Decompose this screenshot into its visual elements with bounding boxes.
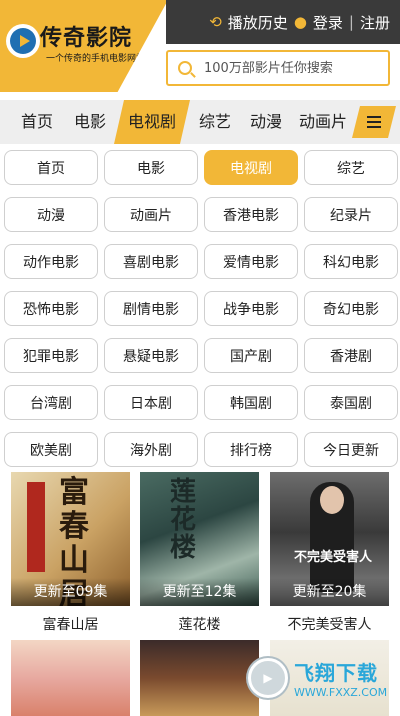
movie-poster-next[interactable] <box>11 640 130 716</box>
episode-status: 更新至09集 <box>11 578 130 606</box>
history-icon: ⟲ <box>209 13 222 31</box>
movie-title[interactable]: 莲花楼 <box>140 614 259 634</box>
nav-variety[interactable]: 综艺 <box>190 100 240 144</box>
nav-cartoon[interactable]: 动画片 <box>292 100 354 144</box>
header: 传奇影院 一个传奇的手机电影网站 ⟲ 播放历史 ● 登录 | 注册 <box>0 0 400 92</box>
category-item[interactable]: 恐怖电影 <box>4 291 98 326</box>
category-item[interactable]: 今日更新 <box>304 432 398 467</box>
category-item[interactable]: 战争电影 <box>204 291 298 326</box>
category-item-active[interactable]: 电视剧 <box>204 150 298 185</box>
search-input[interactable] <box>202 59 372 77</box>
category-item[interactable]: 奇幻电影 <box>304 291 398 326</box>
episode-status: 更新至20集 <box>270 578 389 606</box>
category-item[interactable]: 香港电影 <box>204 197 298 232</box>
episode-status: 更新至12集 <box>140 578 259 606</box>
watermark-url: WWW.FXXZ.COM <box>294 686 388 699</box>
category-item[interactable]: 日本剧 <box>104 385 198 420</box>
category-item[interactable]: 国产剧 <box>204 338 298 373</box>
category-item[interactable]: 剧情电影 <box>104 291 198 326</box>
movie-poster[interactable]: 莲花楼 更新至12集 <box>140 472 259 606</box>
category-item[interactable]: 排行榜 <box>204 432 298 467</box>
poster-title-art: 不完美受害人 <box>294 550 373 565</box>
movie-title[interactable]: 富春山居 <box>11 614 130 634</box>
nav-home[interactable]: 首页 <box>8 100 66 144</box>
category-item[interactable]: 悬疑电影 <box>104 338 198 373</box>
category-item[interactable]: 泰国剧 <box>304 385 398 420</box>
register-link[interactable]: 注册 <box>360 12 390 33</box>
watermark-logo-icon: ▶ <box>248 658 288 698</box>
nav-tv[interactable]: 电视剧 <box>114 100 190 144</box>
search-box[interactable] <box>166 50 390 86</box>
category-item[interactable]: 犯罪电影 <box>4 338 98 373</box>
history-link[interactable]: 播放历史 <box>228 12 288 33</box>
category-item[interactable]: 韩国剧 <box>204 385 298 420</box>
logo[interactable]: 传奇影院 一个传奇的手机电影网站 <box>0 0 168 92</box>
category-item[interactable]: 动画片 <box>104 197 198 232</box>
login-link[interactable]: 登录 <box>313 12 343 33</box>
category-item[interactable]: 香港剧 <box>304 338 398 373</box>
category-item[interactable]: 科幻电影 <box>304 244 398 279</box>
category-item[interactable]: 喜剧电影 <box>104 244 198 279</box>
poster-decoration <box>27 482 45 572</box>
category-item[interactable]: 综艺 <box>304 150 398 185</box>
category-item[interactable]: 欧美剧 <box>4 432 98 467</box>
logo-title: 传奇影院 <box>40 25 133 51</box>
watermark-name: 飞翔下载 <box>294 661 378 685</box>
movie-poster[interactable]: 富春山居 更新至09集 <box>11 472 130 606</box>
nav-anime[interactable]: 动漫 <box>240 100 292 144</box>
category-item[interactable]: 动漫 <box>4 197 98 232</box>
movie-poster[interactable]: 不完美受害人 更新至20集 <box>270 472 389 606</box>
poster-title-art: 莲花楼 <box>170 477 197 563</box>
category-item[interactable]: 首页 <box>4 150 98 185</box>
category-grid: 首页 电影 电视剧 综艺 动漫 动画片 香港电影 纪录片 动作电影 喜剧电影 爱… <box>0 144 400 470</box>
logo-subtitle: 一个传奇的手机电影网站 <box>46 54 146 64</box>
nav-bar: 首页 电影 电视剧 综艺 动漫 动画片 <box>0 100 400 144</box>
play-logo-icon <box>6 24 40 58</box>
category-item[interactable]: 台湾剧 <box>4 385 98 420</box>
movie-title[interactable]: 不完美受害人 <box>270 614 389 634</box>
category-item[interactable]: 海外剧 <box>104 432 198 467</box>
movie-card[interactable]: 莲花楼 更新至12集 莲花楼 <box>140 472 259 716</box>
category-item[interactable]: 动作电影 <box>4 244 98 279</box>
movie-card[interactable]: 富春山居 更新至09集 富春山居 <box>11 472 130 716</box>
nav-movie[interactable]: 电影 <box>66 100 114 144</box>
watermark: ▶ 飞翔下载 WWW.FXXZ.COM <box>248 652 394 704</box>
category-item[interactable]: 电影 <box>104 150 198 185</box>
top-bar: ⟲ 播放历史 ● 登录 | 注册 <box>166 0 400 44</box>
category-item[interactable]: 爱情电影 <box>204 244 298 279</box>
divider: | <box>348 13 354 31</box>
poster-face <box>320 486 344 514</box>
search-icon[interactable] <box>178 61 192 75</box>
movie-poster-next[interactable] <box>140 640 259 716</box>
user-icon: ● <box>293 13 307 31</box>
menu-icon[interactable] <box>352 106 396 138</box>
category-item[interactable]: 纪录片 <box>304 197 398 232</box>
